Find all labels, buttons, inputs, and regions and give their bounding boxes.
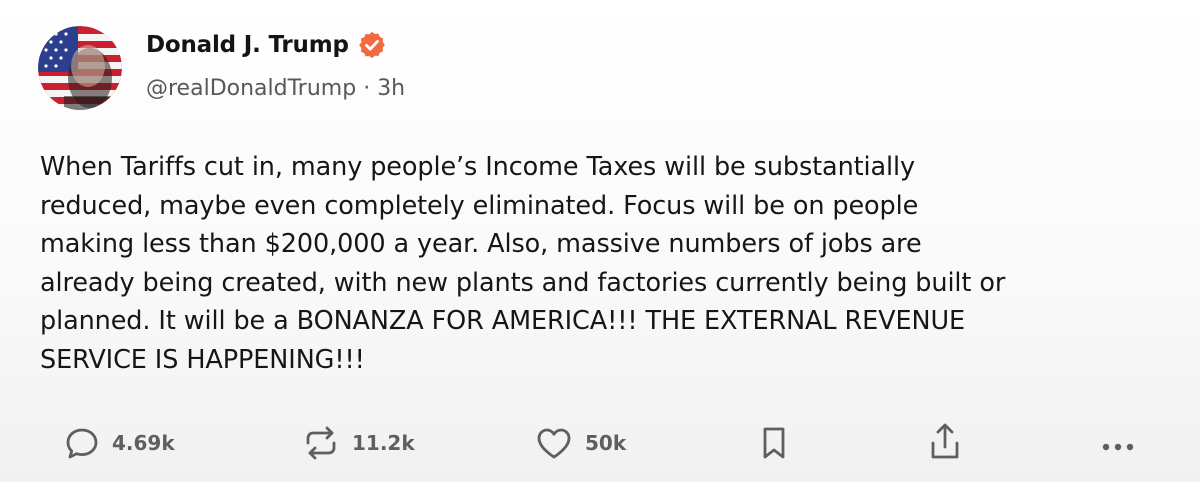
post-text-line: making less than $200,000 a year. Also, …	[40, 229, 922, 259]
repost-count: 11.2k	[352, 431, 415, 455]
reply-count: 4.69k	[112, 431, 175, 455]
post-text-line: already being created, with new plants a…	[40, 267, 1006, 298]
author-handle[interactable]: @realDonaldTrump	[146, 76, 356, 101]
like-button[interactable]: 50k	[533, 418, 626, 468]
repost-button[interactable]: 11.2k	[300, 418, 415, 468]
post-text-line: When Tariffs cut in, many people’s Incom…	[40, 152, 916, 182]
share-button[interactable]	[925, 418, 965, 468]
bookmark-button[interactable]	[757, 418, 791, 468]
post-text-line: reduced, maybe even completely eliminate…	[40, 190, 919, 221]
bookmark-icon	[763, 427, 785, 459]
repost-icon	[306, 426, 336, 460]
avatar[interactable]	[38, 26, 122, 110]
more-icon	[1102, 443, 1134, 451]
display-name[interactable]: Donald J. Trump	[146, 32, 349, 58]
post-body: When Tariffs cut in, many people’s Incom…	[40, 148, 1170, 379]
reply-icon	[66, 428, 98, 459]
post-timestamp[interactable]: 3h	[377, 76, 405, 101]
like-count: 50k	[585, 431, 627, 455]
author-meta: @realDonaldTrump · 3h	[146, 76, 405, 101]
verified-badge-icon	[357, 30, 387, 60]
author-name-row: Donald J. Trump	[146, 28, 387, 62]
share-icon	[931, 423, 959, 459]
post-text-line: SERVICE IS HAPPENING!!!	[40, 344, 365, 375]
reply-button[interactable]: 4.69k	[62, 418, 175, 468]
more-options-button[interactable]	[1098, 418, 1138, 468]
post-card: Donald J. Trump @realDonaldTrump · 3h Wh…	[0, 0, 1200, 482]
flag-portrait-avatar-icon	[38, 26, 122, 110]
meta-separator: ·	[363, 76, 371, 101]
post-text-line: planned. It will be a BONANZA FOR AMERIC…	[40, 306, 966, 336]
heart-icon	[537, 428, 571, 459]
action-bar: 4.69k 11.2k 50k	[0, 418, 1200, 468]
